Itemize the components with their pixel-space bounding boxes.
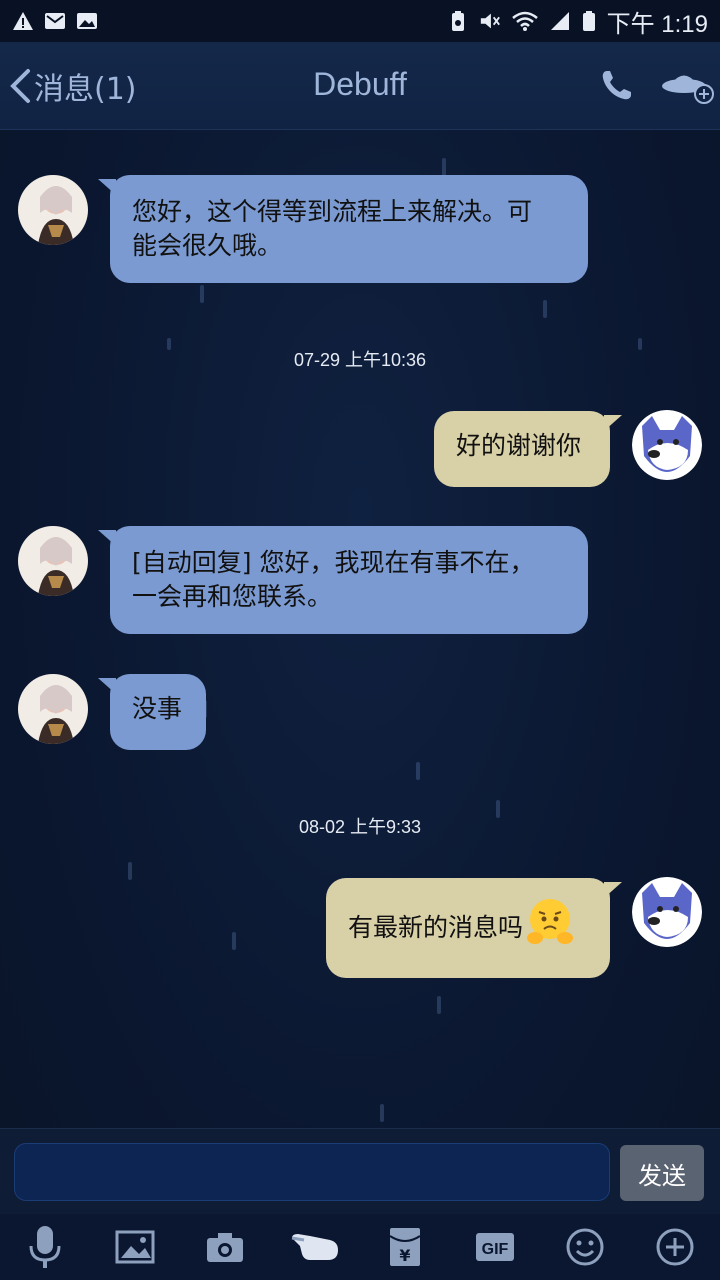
message-text: 有最新的消息吗 <box>348 913 524 942</box>
ufo-add-icon <box>662 75 714 104</box>
rain-decoration <box>380 1104 384 1122</box>
my-avatar[interactable] <box>632 410 702 480</box>
chat-screen: 下午 1:19 消息(1) Debuff 您好，这个得等到流程上来解决。可 能会… <box>0 0 720 1280</box>
more-button[interactable] <box>647 1219 703 1275</box>
rain-decoration <box>437 996 441 1014</box>
photo-button[interactable] <box>107 1219 163 1275</box>
contact-avatar[interactable] <box>18 526 88 596</box>
composer-bar: 发送 <box>0 1128 720 1214</box>
composer-toolbar: ¥ GIF <box>0 1214 720 1280</box>
message-timestamp: 07-29 上午10:36 <box>293 350 427 370</box>
battery-icon <box>581 10 597 32</box>
poke-hand-icon <box>291 1234 338 1260</box>
red-packet-button[interactable]: ¥ <box>377 1219 433 1275</box>
rain-decoration <box>416 762 420 780</box>
emoji-button[interactable] <box>557 1219 613 1275</box>
bubble-tail <box>98 179 116 195</box>
rain-decoration <box>442 158 446 176</box>
gif-label: GIF <box>482 1241 509 1258</box>
wifi-icon <box>511 10 539 32</box>
worried-face-emoji <box>527 899 574 944</box>
app-header: 消息(1) Debuff <box>0 42 720 130</box>
picture-icon <box>115 1230 155 1264</box>
message-bubble-received[interactable]: 没事 <box>98 674 206 750</box>
mute-icon <box>479 10 501 32</box>
camera-icon <box>207 1233 243 1262</box>
status-bar: 下午 1:19 <box>0 0 720 42</box>
red-packet-symbol: ¥ <box>399 1246 410 1265</box>
bubble-tail <box>98 678 116 694</box>
emoji-icon <box>566 1228 604 1266</box>
plus-icon <box>656 1228 694 1266</box>
message-text: 好的谢谢你 <box>456 431 582 460</box>
bubble-tail <box>98 530 116 546</box>
send-button[interactable]: 发送 <box>620 1145 704 1201</box>
message-text: 一会再和您联系。 <box>132 582 333 611</box>
message-text: [自动回复] 您好，我现在有事不在， <box>132 548 535 577</box>
contact-avatar[interactable] <box>18 674 88 744</box>
rain-decoration <box>543 300 547 318</box>
message-bubble-received[interactable]: [自动回复] 您好，我现在有事不在， 一会再和您联系。 <box>98 526 588 634</box>
status-time: 下午 1:19 <box>606 10 708 38</box>
call-button[interactable] <box>592 62 640 110</box>
message-text: 没事 <box>132 694 183 723</box>
message-bubble-received[interactable]: 您好，这个得等到流程上来解决。可 能会很久哦。 <box>98 175 588 283</box>
signal-icon <box>549 10 571 32</box>
rain-decoration <box>200 285 204 303</box>
mail-icon <box>44 10 66 32</box>
image-icon <box>76 10 98 32</box>
warning-icon <box>12 10 34 32</box>
gif-icon: GIF <box>476 1233 514 1261</box>
battery-saver-icon <box>447 10 469 32</box>
message-bubble-sent[interactable]: 有最新的消息吗 <box>326 878 622 978</box>
my-avatar[interactable] <box>632 877 702 947</box>
red-packet-icon: ¥ <box>389 1228 421 1266</box>
phone-icon <box>602 71 631 100</box>
camera-button[interactable] <box>197 1219 253 1275</box>
poke-button[interactable] <box>287 1219 343 1275</box>
message-input[interactable] <box>14 1143 610 1201</box>
gif-button[interactable]: GIF <box>467 1219 523 1275</box>
message-bubble-sent[interactable]: 好的谢谢你 <box>434 411 622 487</box>
rain-decoration <box>128 862 132 880</box>
bubble-tail <box>604 882 622 898</box>
voice-button[interactable] <box>17 1219 73 1275</box>
message-timestamp: 08-02 上午9:33 <box>298 817 422 837</box>
more-actions-button[interactable] <box>660 62 716 110</box>
bubble-tail <box>604 415 622 431</box>
microphone-icon <box>29 1226 61 1268</box>
message-text: 您好，这个得等到流程上来解决。可 <box>132 197 533 226</box>
rain-decoration <box>232 932 236 950</box>
contact-avatar[interactable] <box>18 175 88 245</box>
message-text: 能会很久哦。 <box>132 231 283 260</box>
